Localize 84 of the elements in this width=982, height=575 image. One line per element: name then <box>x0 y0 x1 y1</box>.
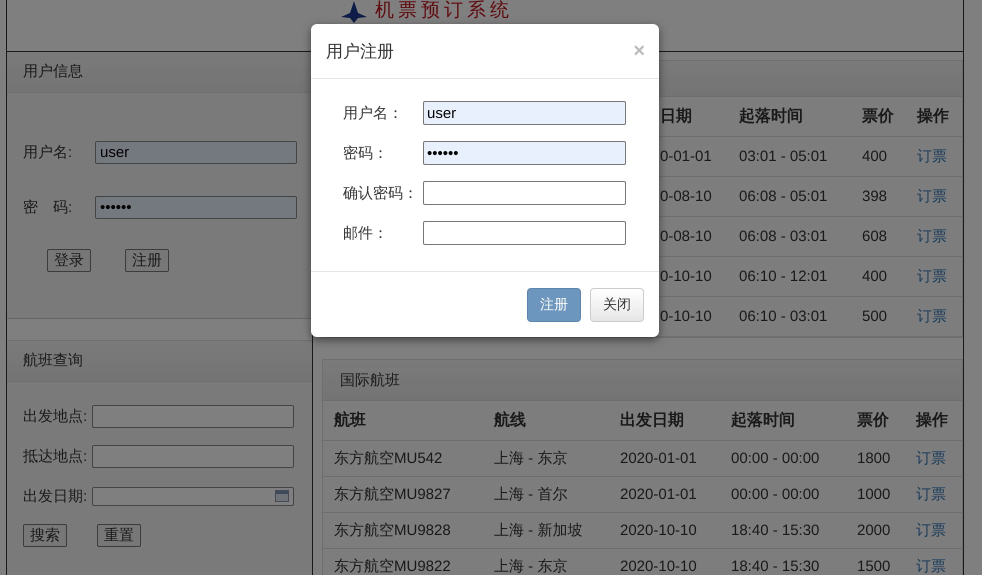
table-cell-text: 398 <box>862 188 888 205</box>
book-link[interactable]: 订票 <box>917 227 947 246</box>
table-cell-text: 2000 <box>857 522 892 539</box>
column-header: 起落时间 <box>739 106 804 127</box>
table-cell-text: 2020-10-10 <box>620 522 698 539</box>
close-dialog-button[interactable]: 关闭 <box>590 288 644 322</box>
book-link[interactable]: 订票 <box>917 307 947 326</box>
date-field[interactable] <box>92 486 294 506</box>
input-field[interactable] <box>423 221 626 245</box>
table-cell-text: 0-08-10 <box>660 228 713 245</box>
column-header: 起落时间 <box>731 410 796 431</box>
table-cell-text: 03:01 - 05:01 <box>739 148 828 165</box>
book-link[interactable]: 订票 <box>916 557 946 575</box>
table-cell-text: 2020-01-01 <box>620 486 698 503</box>
table-cell-text: 1000 <box>857 486 892 503</box>
close-button[interactable]: × <box>633 40 645 62</box>
table-cell-text: 上海 - 东京 <box>494 557 568 575</box>
field-label: 抵达地点: <box>23 446 88 466</box>
table-cell-text: 06:10 - 12:01 <box>739 268 828 285</box>
column-header: 出发日期 <box>620 410 685 431</box>
field-label: 密 码: <box>23 198 74 217</box>
book-link[interactable]: 订票 <box>917 187 947 206</box>
table-cell-text: 2020-10-10 <box>620 558 698 575</box>
site-title: 机票预订系统 <box>375 0 513 22</box>
table-cell-text: 0-01-01 <box>660 148 713 165</box>
table-cell-text: 18:40 - 15:30 <box>731 558 820 575</box>
table-cell-text: 2020-01-01 <box>620 450 698 467</box>
field-label: 确认密码： <box>343 184 419 202</box>
book-link[interactable]: 订票 <box>916 449 946 468</box>
table-cell-text: 上海 - 新加坡 <box>494 521 584 540</box>
book-link[interactable]: 订票 <box>917 267 947 286</box>
field-label: 用户名: <box>23 143 74 162</box>
book-link[interactable]: 订票 <box>916 521 946 540</box>
input-field[interactable] <box>92 404 294 428</box>
table-cell-text: 06:08 - 05:01 <box>739 188 828 205</box>
form-button[interactable]: 搜索 <box>23 524 67 547</box>
logo-icon <box>341 1 367 23</box>
input-field[interactable] <box>423 181 626 205</box>
column-header: 操作 <box>916 410 949 431</box>
form-button[interactable]: 注册 <box>125 249 169 272</box>
field-label: 出发日期: <box>23 486 88 506</box>
panel-header: 国际航班 <box>340 370 400 390</box>
table-cell-text: 1800 <box>857 450 892 467</box>
form-button[interactable]: 重置 <box>97 524 141 547</box>
calendar-icon[interactable] <box>275 490 289 502</box>
table-cell-text: 东方航空MU9827 <box>334 485 452 504</box>
table-cell-text: 400 <box>862 148 888 165</box>
table-cell-text: 00:00 - 00:00 <box>731 486 820 503</box>
table-cell-text: 00:00 - 00:00 <box>731 450 820 467</box>
field-label: 出发地点: <box>23 406 88 426</box>
book-link[interactable]: 订票 <box>916 485 946 504</box>
form-button[interactable]: 登录 <box>47 249 91 272</box>
input-field[interactable] <box>92 444 294 468</box>
table-cell-text: 东方航空MU9822 <box>334 557 452 575</box>
input-field[interactable]: •••••• <box>423 141 626 165</box>
table-cell-text: 06:08 - 03:01 <box>739 228 828 245</box>
table-cell-text: 上海 - 东京 <box>494 449 568 468</box>
table-cell-text: 608 <box>862 228 888 245</box>
table-cell-text: 东方航空MU542 <box>334 449 444 468</box>
table-cell-text: 18:40 - 15:30 <box>731 522 820 539</box>
table-cell-text: 06:10 - 03:01 <box>739 308 828 325</box>
book-link[interactable]: 订票 <box>917 147 947 166</box>
column-header: 日期 <box>660 106 693 127</box>
register-button[interactable]: 注册 <box>527 288 581 322</box>
table-cell-text: 1500 <box>857 558 892 575</box>
column-header: 票价 <box>857 410 890 431</box>
table-cell-text: 0-10-10 <box>660 268 713 285</box>
column-header: 票价 <box>862 106 895 127</box>
dialog-title: 用户注册 <box>326 40 394 62</box>
table-cell-text: 400 <box>862 268 888 285</box>
table-cell-text: 0-10-10 <box>660 308 713 325</box>
table-cell-text: 0-08-10 <box>660 188 713 205</box>
table-cell-text: 东方航空MU9828 <box>334 521 452 540</box>
column-header: 航班 <box>334 410 367 431</box>
table-cell-text: 500 <box>862 308 888 325</box>
input-field[interactable]: user <box>423 101 626 125</box>
column-header: 航线 <box>494 410 527 431</box>
input-field[interactable]: user <box>95 141 297 164</box>
field-label: 密码： <box>343 144 389 162</box>
field-label: 用户名： <box>343 104 404 122</box>
table-cell-text: 上海 - 首尔 <box>494 485 568 504</box>
input-field[interactable]: •••••• <box>95 196 297 219</box>
column-header: 操作 <box>917 106 950 127</box>
field-label: 邮件： <box>343 224 389 242</box>
